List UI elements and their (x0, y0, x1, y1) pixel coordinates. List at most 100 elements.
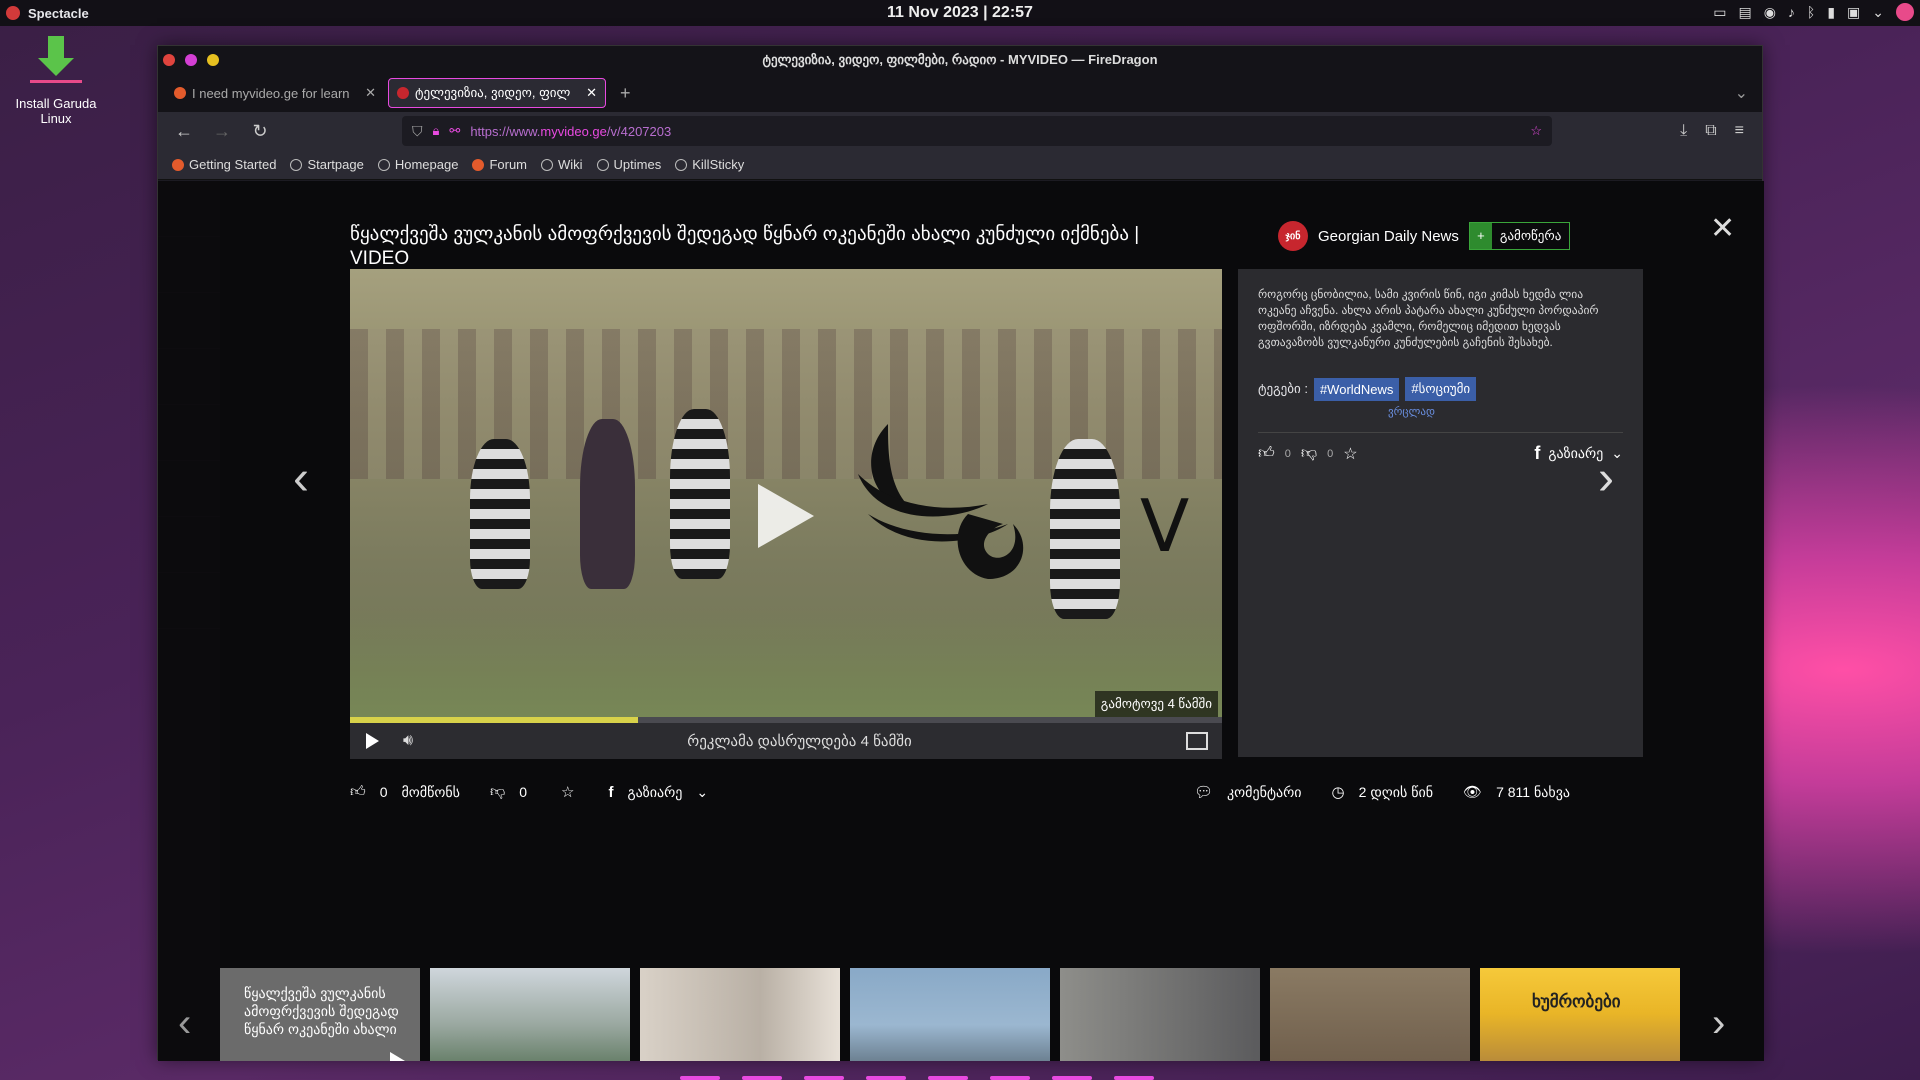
power-icon[interactable] (1896, 3, 1914, 21)
like-label[interactable]: მომწონს (401, 784, 460, 801)
new-tab-button[interactable]: + (610, 83, 641, 104)
dock-item[interactable] (866, 1076, 906, 1080)
bluetooth-icon[interactable]: ᛒ (1807, 4, 1815, 20)
menu-icon[interactable]: ≡ (1735, 122, 1744, 140)
tab-close-icon[interactable]: ✕ (586, 85, 597, 101)
bookmark-label: Startpage (307, 157, 364, 172)
extensions-icon[interactable]: ⧉ (1705, 122, 1716, 140)
tab-list-chevron-icon[interactable]: ⌄ (1735, 83, 1762, 103)
bookmark-wiki[interactable]: Wiki (541, 157, 583, 172)
bookmark-label: Getting Started (189, 157, 277, 172)
tab-label: ტელევიზია, ვიდეო, ფილ (415, 85, 571, 100)
dock-item[interactable] (990, 1076, 1030, 1080)
read-more-link[interactable]: ვრცლად (1238, 405, 1643, 418)
url-path: /v/4207203 (606, 123, 672, 139)
subscribe-button[interactable]: + გამოწერა (1468, 222, 1571, 250)
tag-worldnews[interactable]: #WorldNews (1313, 377, 1400, 401)
back-button[interactable]: ← (168, 121, 200, 142)
play-overlay-icon[interactable] (758, 484, 814, 548)
related-videos-strip: წყალქვეშა ვულკანის ამოფრქვევის შედეგად წ… (220, 968, 1700, 1061)
tab-learn[interactable]: I need myvideo.ge for learn ✕ (166, 78, 384, 108)
channel-info: ჯინ Georgian Daily News + გამოწერა (1278, 221, 1571, 251)
display-icon[interactable]: ▭ (1713, 4, 1726, 21)
tab-close-icon[interactable]: ✕ (365, 85, 376, 101)
channel-name[interactable]: Georgian Daily News (1318, 228, 1459, 245)
facebook-icon[interactable]: f (608, 784, 613, 801)
bookmark-killsticky[interactable]: KillSticky (675, 157, 744, 172)
url-prefix: https://www. (470, 123, 541, 139)
related-video-thumb[interactable] (640, 968, 840, 1061)
related-video-thumb[interactable]: წყალქვეშა ვულკანის ამოფრქვევის შედეგად წ… (220, 968, 420, 1061)
reactions-row: 👍︎ 0 👎︎ 0 ☆ f გაზიარე ⌄ (1258, 432, 1623, 464)
skip-ad-button[interactable]: გამოტოვე 4 წამში (1094, 691, 1218, 717)
tab-label: I need myvideo.ge for learn (192, 85, 350, 101)
thumbs-up-icon[interactable]: 👍︎ (350, 783, 366, 801)
permissions-icon[interactable]: ⚯ (449, 123, 460, 139)
related-video-thumb[interactable] (1060, 968, 1260, 1061)
volume-icon[interactable]: 🔊︎ (403, 732, 413, 750)
dock-item[interactable] (804, 1076, 844, 1080)
related-video-thumb[interactable] (850, 968, 1050, 1061)
dock-item[interactable] (1114, 1076, 1154, 1080)
time-label: 2 დღის წინ (1358, 783, 1434, 800)
tag-society[interactable]: #სოციუმი (1405, 377, 1477, 401)
window-title: ტელევიზია, ვიდეო, ფილმები, რადიო - MYVID… (762, 52, 1158, 67)
clipboard-icon[interactable]: ▤ (1738, 4, 1751, 21)
favorite-star-icon[interactable]: ☆ (1343, 444, 1357, 464)
thumb-caption: წყალქვეშა ვულკანის ამოფრქვევის შედეგად წ… (244, 985, 399, 1037)
globe-icon (541, 158, 553, 171)
close-modal-icon[interactable]: ✕ (1710, 211, 1735, 246)
garuda-logo-icon (6, 6, 20, 20)
dock-item[interactable] (1052, 1076, 1092, 1080)
forward-button[interactable]: → (206, 121, 238, 142)
fullscreen-icon[interactable] (1186, 732, 1208, 750)
channel-avatar[interactable]: ჯინ (1278, 221, 1308, 251)
like-count: 0 (1284, 447, 1291, 460)
bookmark-homepage[interactable]: Homepage (377, 157, 458, 172)
comment-icon[interactable]: 💬︎ (1194, 783, 1213, 801)
reload-button[interactable]: ↻ (244, 121, 276, 142)
desktop-icon-install[interactable]: Install Garuda Linux (10, 36, 102, 126)
strip-prev-arrow[interactable]: ‹ (178, 1001, 191, 1046)
bookmark-startpage[interactable]: Startpage (290, 157, 364, 172)
video-player[interactable]: V გამოტოვე 4 წამში 🔊︎ რეკლამა დასრულდება… (350, 269, 1222, 759)
related-video-thumb[interactable] (430, 968, 630, 1061)
chevron-down-icon[interactable]: ⌄ (696, 784, 708, 801)
subscribe-label: გამოწერა (1499, 228, 1562, 243)
volume-icon[interactable]: ♪ (1788, 4, 1795, 20)
bookmark-forum[interactable]: Forum (472, 157, 527, 172)
previous-video-arrow[interactable]: ‹ (293, 451, 309, 506)
thumbs-up-icon[interactable]: 👍︎ (1258, 444, 1275, 463)
network-icon[interactable]: ▣ (1847, 4, 1860, 21)
dislike-count: 0 (519, 784, 528, 800)
lock-icon[interactable]: 🔒︎ (433, 123, 440, 139)
bookmark-getting-started[interactable]: Getting Started (172, 157, 276, 172)
next-video-arrow[interactable]: › (1598, 451, 1614, 506)
tab-myvideo[interactable]: ტელევიზია, ვიდეო, ფილ ✕ (388, 78, 606, 108)
url-bar[interactable]: ⛉ 🔒︎ ⚯ https://www.myvideo.ge/v/4207203 … (402, 116, 1552, 146)
battery-icon[interactable]: ▮ (1827, 4, 1835, 21)
strip-next-arrow[interactable]: › (1712, 1001, 1725, 1046)
clock[interactable]: 11 Nov 2023 | 22:57 (887, 4, 1033, 22)
desktop-icon-label-1: Install Garuda (15, 96, 97, 111)
related-video-thumb[interactable] (1270, 968, 1470, 1061)
related-video-thumb[interactable]: ხუმრობები (1480, 968, 1680, 1061)
bookmark-uptimes[interactable]: Uptimes (596, 157, 661, 172)
plus-icon: + (1469, 223, 1492, 249)
favorite-star-icon[interactable]: ☆ (561, 783, 574, 801)
bookmark-star-icon[interactable]: ☆ (1530, 123, 1542, 139)
dock-item[interactable] (928, 1076, 968, 1080)
share-label[interactable]: გაზიარე (627, 784, 682, 801)
window-titlebar[interactable]: ტელევიზია, ვიდეო, ფილმები, რადიო - MYVID… (158, 46, 1762, 74)
thumbs-down-icon[interactable]: 👎︎ (490, 783, 505, 801)
chevron-down-icon[interactable]: ⌄ (1872, 4, 1884, 21)
dock-item[interactable] (742, 1076, 782, 1080)
play-icon[interactable] (366, 733, 379, 749)
active-app[interactable]: Spectacle (0, 6, 89, 21)
comments-label[interactable]: კომენტარი (1227, 784, 1302, 801)
media-icon[interactable]: ◉ (1764, 4, 1776, 21)
downloads-icon[interactable]: ⤓ (1680, 122, 1687, 140)
shield-icon[interactable]: ⛉ (412, 123, 423, 140)
dock-item[interactable] (680, 1076, 720, 1080)
thumbs-down-icon[interactable]: 👎︎ (1301, 444, 1317, 463)
